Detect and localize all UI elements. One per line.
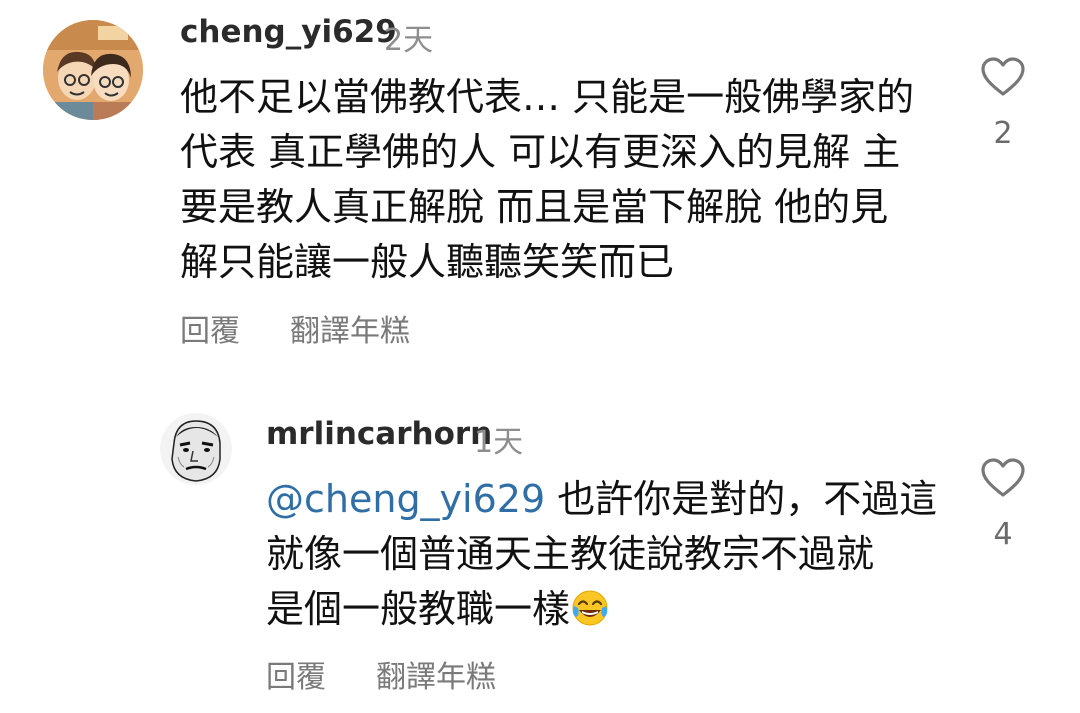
user-mention-link[interactable]: @cheng_yi629	[266, 477, 545, 521]
face-with-tears-of-joy-icon	[570, 588, 610, 643]
comment-text-line: 是個一般教職一樣	[266, 582, 937, 637]
heart-icon[interactable]	[980, 457, 1026, 499]
comment-text-line: 要是教人真正解脫 而且是當下解脫 他的見	[180, 185, 889, 229]
comment-item: mrlincarhorn 1天 @cheng_yi629 也許你是對的，不過這 …	[0, 360, 1080, 713]
comment-text: @cheng_yi629 也許你是對的，不過這 就像一個普通天主教徒說教宗不過就…	[266, 472, 937, 637]
comment-text-line: @cheng_yi629 也許你是對的，不過這	[266, 472, 937, 527]
comment-username[interactable]: mrlincarhorn	[266, 416, 492, 452]
like-count: 2	[993, 116, 1013, 151]
user-avatar[interactable]	[160, 413, 232, 485]
comment-timestamp: 1天	[474, 425, 524, 460]
user-avatar[interactable]	[43, 20, 143, 120]
comment-text-line: 解只能讓一般人聽聽笑笑而已	[180, 240, 675, 284]
comment-item: cheng_yi629 2天 他不足以當佛教代表… 只能是一般佛學家的 代表 真…	[0, 0, 1080, 360]
like-count: 4	[993, 517, 1013, 552]
comment-timestamp: 2天	[384, 23, 434, 58]
comment-text: 他不足以當佛教代表… 只能是一般佛學家的 代表 真正學佛的人 可以有更深入的見解…	[180, 70, 914, 290]
comment-text-line: 他不足以當佛教代表… 只能是一般佛學家的	[180, 75, 915, 119]
couple-cartoon-avatar-icon	[43, 20, 143, 120]
translate-button[interactable]: 翻譯年糕	[290, 306, 410, 350]
comment-text-line: 就像一個普通天主教徒說教宗不過就	[266, 532, 875, 576]
comment-username[interactable]: cheng_yi629	[180, 14, 397, 50]
reply-button[interactable]: 回覆	[180, 306, 240, 350]
comment-text-segment: 也許你是對的，不過這	[545, 477, 938, 521]
reply-button[interactable]: 回覆	[266, 652, 326, 696]
comment-text-line: 代表 真正學佛的人 可以有更深入的見解 主	[180, 130, 901, 174]
heart-icon[interactable]	[980, 56, 1026, 98]
translate-button[interactable]: 翻譯年糕	[376, 652, 496, 696]
meme-face-avatar-icon	[160, 413, 232, 485]
comment-text-segment: 是個一般教職一樣	[266, 587, 571, 631]
